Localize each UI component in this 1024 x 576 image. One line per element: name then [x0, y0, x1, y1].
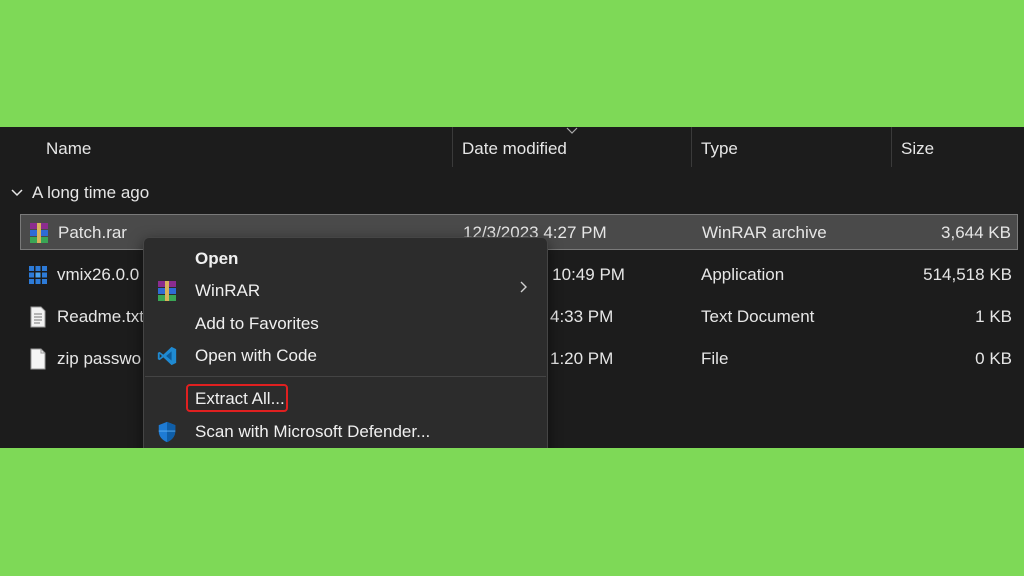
menu-item-label: Scan with Microsoft Defender...	[195, 422, 431, 441]
menu-item-open-with-code[interactable]: Open with Code	[144, 340, 547, 372]
chevron-right-icon	[520, 281, 527, 293]
menu-item-add-to-favorites[interactable]: Add to Favorites	[144, 308, 547, 340]
defender-shield-icon	[158, 421, 176, 443]
menu-item-open[interactable]: Open	[144, 243, 547, 275]
winrar-icon	[158, 281, 176, 301]
vscode-icon	[157, 346, 177, 366]
menu-item-label: Open with Code	[195, 346, 317, 365]
menu-item-label: Add to Favorites	[195, 314, 319, 333]
menu-item-label: WinRAR	[195, 281, 261, 300]
menu-item-label: Open	[195, 249, 239, 268]
menu-clip: Open WinRAR Add to Favorites Open with C…	[0, 0, 1024, 448]
menu-separator	[145, 376, 546, 377]
menu-item-scan-defender[interactable]: Scan with Microsoft Defender...	[144, 416, 547, 448]
context-menu: Open WinRAR Add to Favorites Open with C…	[143, 237, 548, 448]
menu-item-winrar[interactable]: WinRAR	[144, 275, 547, 307]
extract-all-highlight	[186, 384, 288, 412]
